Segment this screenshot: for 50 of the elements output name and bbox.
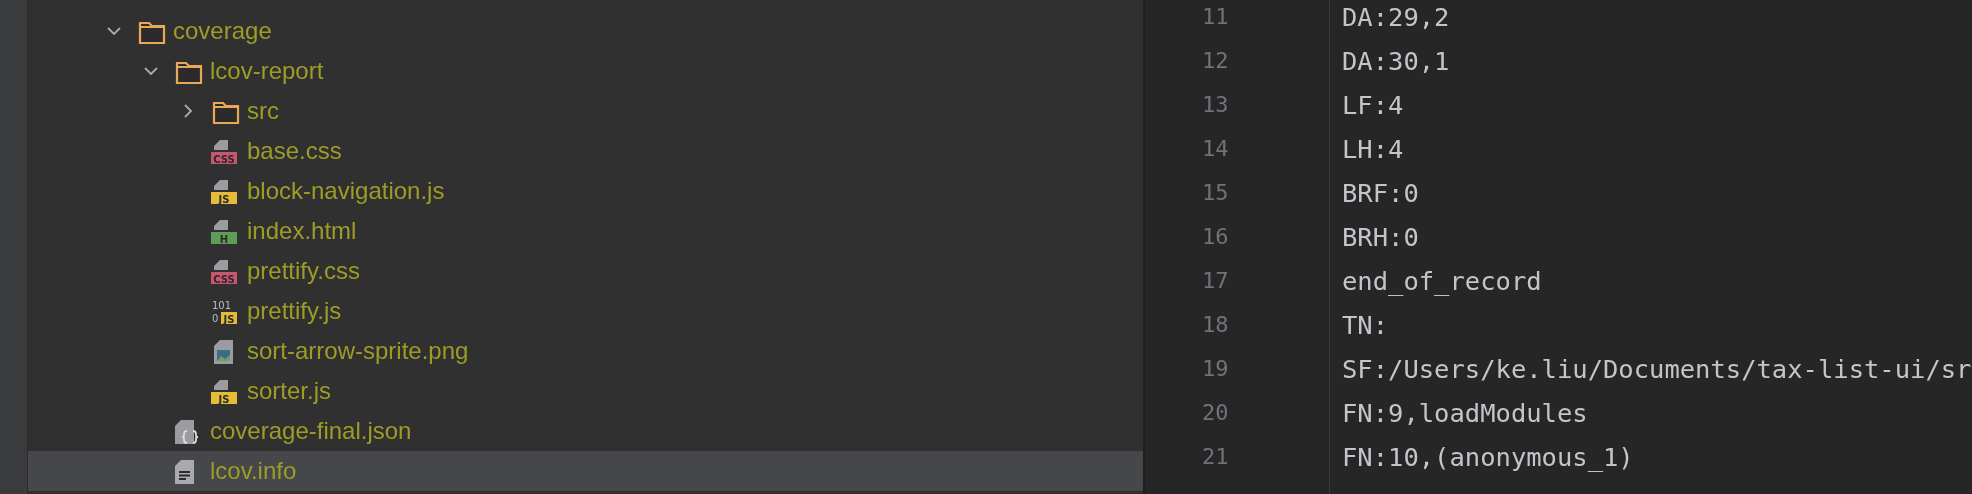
- line-number: 11: [1201, 3, 1230, 31]
- file-name: block-navigation.js: [247, 177, 445, 205]
- line-number: 12: [1201, 47, 1230, 75]
- tree-row[interactable]: CSS base.css: [28, 131, 1143, 171]
- tree-row[interactable]: coverage: [28, 11, 1143, 51]
- file-name: base.css: [247, 137, 342, 165]
- line-number: 20: [1201, 399, 1230, 427]
- folder-icon: [212, 99, 240, 125]
- file-name: src: [247, 97, 279, 125]
- code-line: LF:4: [1342, 90, 1404, 120]
- tree-row[interactable]: coverage-final.json: [28, 411, 1143, 451]
- code-line: LH:4: [1342, 134, 1404, 164]
- file-name: prettify.css: [247, 257, 360, 285]
- file-name: sort-arrow-sprite.png: [247, 337, 469, 365]
- line-number: 13: [1201, 91, 1230, 119]
- json-file-icon: [173, 419, 201, 445]
- tree-row[interactable]: JS sorter.js: [28, 371, 1143, 411]
- folder-icon: [175, 59, 203, 85]
- file-name: lcov-report: [210, 57, 324, 85]
- tree-row[interactable]: lcov.info: [28, 451, 1143, 491]
- line-number: 14: [1201, 135, 1230, 163]
- code-line: DA:29,2: [1342, 2, 1450, 32]
- file-name: index.html: [247, 217, 357, 245]
- line-number: 15: [1201, 179, 1230, 207]
- tree-row[interactable]: sort-arrow-sprite.png: [28, 331, 1143, 371]
- tree-row[interactable]: lcov-report: [28, 51, 1143, 91]
- line-number: 21: [1201, 443, 1230, 471]
- tree-row[interactable]: CSS prettify.css: [28, 251, 1143, 291]
- code-line: FN:9,loadModules: [1342, 398, 1588, 428]
- file-name: sorter.js: [247, 377, 332, 405]
- file-name: lcov.info: [210, 457, 297, 485]
- code-line: end_of_record: [1342, 266, 1542, 296]
- line-number: 17: [1201, 267, 1230, 295]
- code-line: FN:10,(anonymous_1): [1342, 442, 1634, 472]
- tree-row[interactable]: src: [28, 91, 1143, 131]
- tree-row[interactable]: JS block-navigation.js: [28, 171, 1143, 211]
- code-line: SF:/Users/ke.liu/Documents/tax-list-ui/sr: [1342, 354, 1972, 384]
- code-line: TN:: [1342, 310, 1389, 340]
- code-line: BRH:0: [1342, 222, 1419, 252]
- file-name: prettify.js: [247, 297, 342, 325]
- line-number: 19: [1201, 355, 1230, 383]
- code-line: DA:30,1: [1342, 46, 1450, 76]
- file-name: coverage: [173, 17, 272, 45]
- file-name: coverage-final.json: [210, 417, 412, 445]
- folder-icon: [138, 19, 166, 45]
- line-number: 18: [1201, 311, 1230, 339]
- tree-row[interactable]: H index.html: [28, 211, 1143, 251]
- line-number: 16: [1201, 223, 1230, 251]
- code-line: BRF:0: [1342, 178, 1419, 208]
- tree-row[interactable]: 101 0 JS prettify.js: [28, 291, 1143, 331]
